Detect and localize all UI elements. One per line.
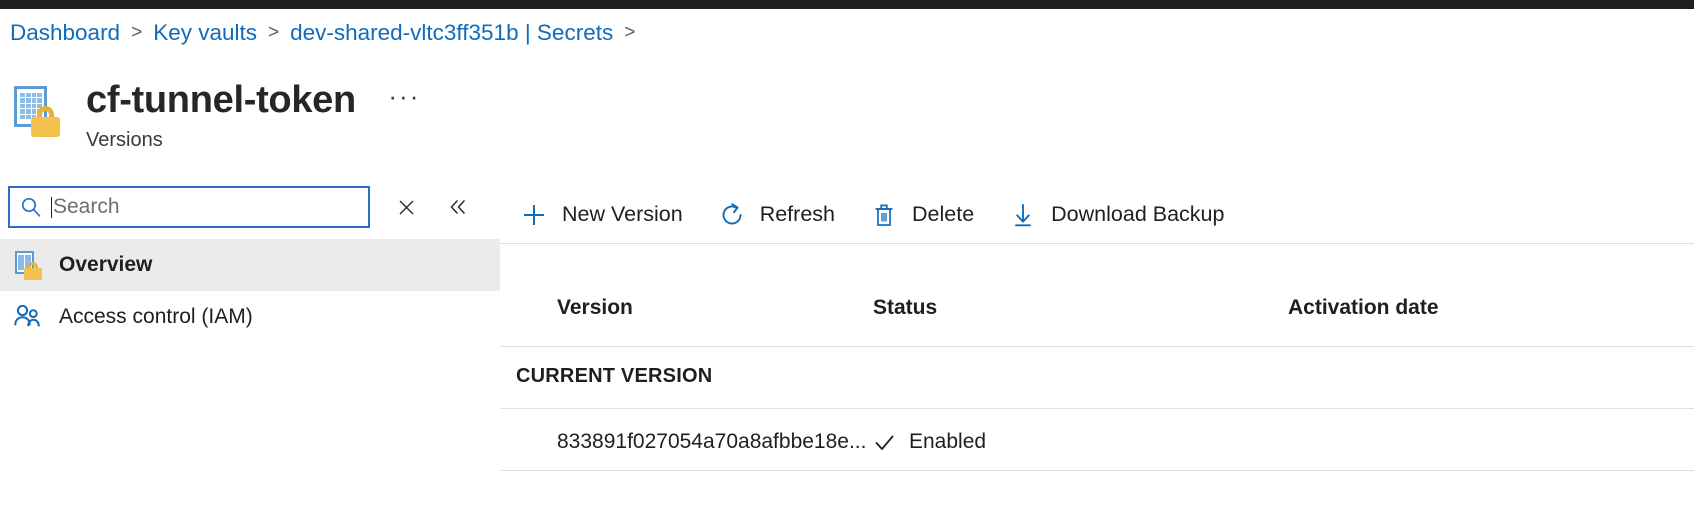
blade-title-row: cf-tunnel-token ··· Versions: [11, 78, 420, 152]
delete-button[interactable]: Delete: [862, 195, 983, 235]
column-header-activation-date[interactable]: Activation date: [1288, 296, 1694, 320]
breadcrumb-separator-icon: >: [131, 22, 143, 43]
breadcrumb-separator-icon: >: [624, 22, 636, 43]
blade-content: New Version Refresh Delete Download Back…: [500, 186, 1694, 520]
sidebar-item-access-control[interactable]: Access control (IAM): [0, 291, 500, 343]
column-header-version[interactable]: Version: [500, 296, 873, 320]
trash-icon: [871, 202, 897, 228]
blade-left-pane: Overview Access control (IAM): [0, 186, 500, 520]
command-label: New Version: [562, 202, 683, 226]
column-header-status[interactable]: Status: [873, 296, 1288, 320]
search-icon: [20, 196, 42, 218]
download-icon: [1010, 202, 1036, 228]
command-label: Download Backup: [1051, 202, 1225, 226]
clear-search-icon[interactable]: [391, 192, 421, 222]
checkmark-icon: [873, 431, 896, 454]
breadcrumb-separator-icon: >: [268, 22, 280, 43]
sidebar-item-label: Access control (IAM): [59, 305, 253, 328]
sidebar-item-overview[interactable]: Overview: [0, 239, 500, 291]
sidebar-item-label: Overview: [59, 253, 153, 276]
people-icon: [13, 302, 43, 332]
new-version-button[interactable]: New Version: [512, 195, 692, 235]
refresh-button[interactable]: Refresh: [710, 195, 844, 235]
breadcrumb-item-secrets[interactable]: dev-shared-vltc3ff351b | Secrets: [289, 20, 614, 46]
header-divider: [500, 346, 1694, 347]
breadcrumb: Dashboard > Key vaults > dev-shared-vltc…: [9, 20, 645, 46]
sidebar-nav: Overview Access control (IAM): [0, 239, 500, 343]
breadcrumb-item-dashboard[interactable]: Dashboard: [9, 20, 121, 46]
cell-version: 833891f027054a70a8afbbe18e...: [557, 430, 867, 453]
command-bar: New Version Refresh Delete Download Back…: [500, 186, 1694, 243]
refresh-icon: [719, 202, 745, 228]
row-divider: [500, 470, 1694, 471]
top-chrome-bar: [0, 0, 1694, 9]
azure-portal-blade: Dashboard > Key vaults > dev-shared-vltc…: [0, 0, 1694, 520]
cell-status: Enabled: [873, 430, 1288, 454]
search-box[interactable]: [8, 186, 370, 228]
toolbar-divider: [500, 243, 1694, 244]
command-label: Refresh: [759, 202, 835, 226]
status-badge: Enabled: [909, 430, 987, 453]
command-label: Delete: [912, 202, 975, 226]
breadcrumb-item-key-vaults[interactable]: Key vaults: [152, 20, 258, 46]
table-row[interactable]: 833891f027054a70a8afbbe18e... Enabled: [500, 418, 1694, 466]
page-subtitle: Versions: [86, 129, 163, 151]
collapse-pane-icon[interactable]: [443, 192, 473, 222]
plus-icon: [521, 202, 547, 228]
text-cursor: [51, 196, 52, 218]
search-input[interactable]: [53, 195, 313, 219]
key-vault-secret-icon: [13, 250, 43, 280]
table-header-row: Version Status Activation date: [500, 286, 1694, 330]
more-options-icon[interactable]: ···: [388, 81, 420, 112]
download-backup-button[interactable]: Download Backup: [1001, 195, 1233, 235]
table-group-header: CURRENT VERSION: [516, 364, 713, 387]
page-title: cf-tunnel-token: [86, 79, 356, 121]
key-vault-secret-icon: [11, 84, 67, 140]
group-divider: [500, 408, 1694, 409]
